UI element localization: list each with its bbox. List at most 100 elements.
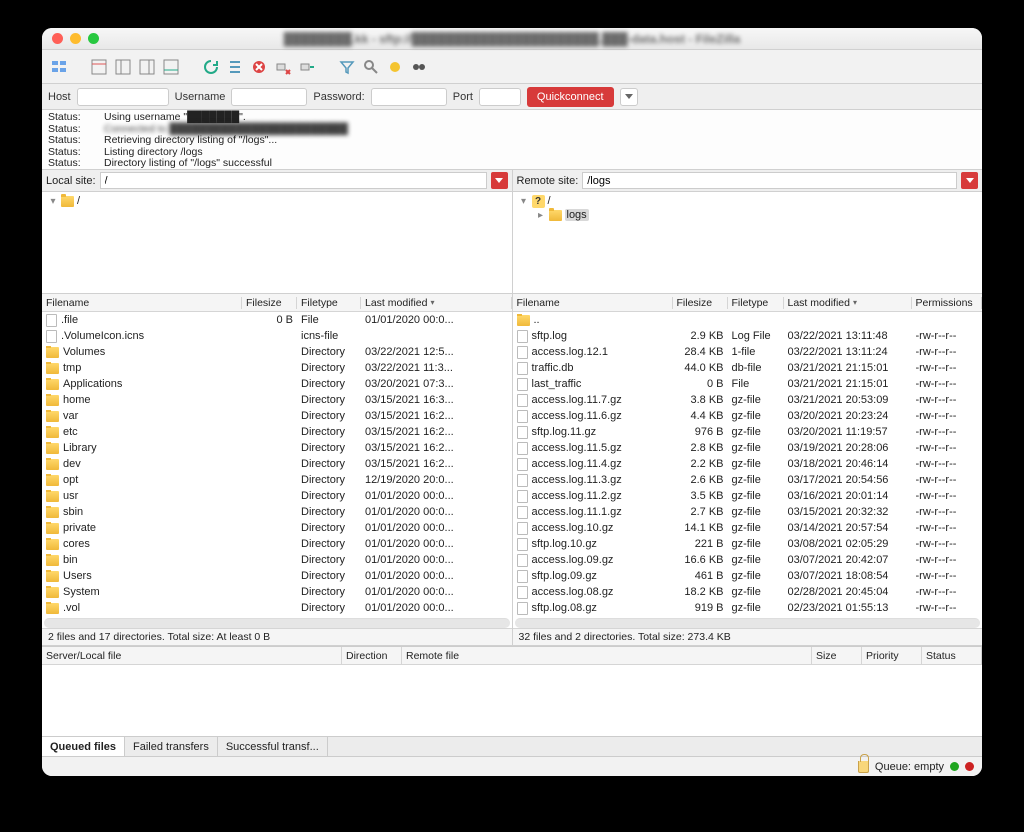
chevron-icon[interactable]: ▸ <box>536 210 546 221</box>
list-item[interactable]: VolumesDirectory03/22/2021 12:5... <box>42 344 512 360</box>
list-item[interactable]: homeDirectory03/15/2021 16:3... <box>42 392 512 408</box>
remote-hscroll[interactable] <box>515 618 981 628</box>
message-log[interactable]: Status:Using username "███████".Status:C… <box>42 110 982 170</box>
col-last-modified[interactable]: Last modified▾ <box>361 297 512 309</box>
toggle-queue-icon[interactable] <box>160 56 182 78</box>
list-item[interactable]: privateDirectory01/01/2020 00:0... <box>42 520 512 536</box>
remote-list-body[interactable]: ..sftp.log2.9 KBLog File03/22/2021 13:11… <box>513 312 983 618</box>
list-item[interactable]: access.log.11.2.gz3.5 KBgz-file03/16/202… <box>513 488 983 504</box>
list-item[interactable]: sbinDirectory01/01/2020 00:0... <box>42 504 512 520</box>
list-item[interactable]: .volDirectory01/01/2020 00:0... <box>42 600 512 616</box>
tree-node[interactable]: ▾?/ <box>519 194 977 208</box>
site-manager-icon[interactable] <box>48 56 70 78</box>
toggle-tree-icon[interactable] <box>112 56 134 78</box>
col-filetype[interactable]: Filetype <box>728 297 784 309</box>
list-item[interactable]: etcDirectory03/15/2021 16:2... <box>42 424 512 440</box>
list-item[interactable]: access.log.09.gz16.6 KBgz-file03/07/2021… <box>513 552 983 568</box>
list-item[interactable]: access.log.11.3.gz2.6 KBgz-file03/17/202… <box>513 472 983 488</box>
toggle-log-icon[interactable] <box>88 56 110 78</box>
list-item[interactable]: coresDirectory01/01/2020 00:0... <box>42 536 512 552</box>
zoom-button[interactable] <box>88 33 99 44</box>
disconnect-icon[interactable] <box>272 56 294 78</box>
col-filename[interactable]: Filename <box>513 297 673 309</box>
local-hscroll[interactable] <box>44 618 510 628</box>
host-input[interactable] <box>77 88 169 106</box>
list-item[interactable]: sftp.log.08.gz919 Bgz-file02/23/2021 01:… <box>513 600 983 616</box>
refresh-icon[interactable] <box>200 56 222 78</box>
quickconnect-dropdown[interactable] <box>620 88 638 106</box>
password-input[interactable] <box>371 88 447 106</box>
list-item[interactable]: ApplicationsDirectory03/20/2021 07:3... <box>42 376 512 392</box>
remote-path-input[interactable] <box>582 172 957 189</box>
list-item[interactable]: devDirectory03/15/2021 16:2... <box>42 456 512 472</box>
list-item[interactable]: sftp.log2.9 KBLog File03/22/2021 13:11:4… <box>513 328 983 344</box>
list-item[interactable]: LibraryDirectory03/15/2021 16:2... <box>42 440 512 456</box>
local-list-header[interactable]: Filename Filesize Filetype Last modified… <box>42 294 512 312</box>
col-server-local[interactable]: Server/Local file <box>42 647 342 664</box>
list-item[interactable]: varDirectory03/15/2021 16:2... <box>42 408 512 424</box>
queue-body[interactable] <box>42 665 982 736</box>
col-size[interactable]: Size <box>812 647 862 664</box>
remote-path-dropdown[interactable] <box>961 172 978 189</box>
col-status[interactable]: Status <box>922 647 982 664</box>
remote-list-header[interactable]: Filename Filesize Filetype Last modified… <box>513 294 983 312</box>
list-item[interactable]: SystemDirectory01/01/2020 00:0... <box>42 584 512 600</box>
list-item[interactable]: access.log.11.7.gz3.8 KBgz-file03/21/202… <box>513 392 983 408</box>
list-item[interactable]: binDirectory01/01/2020 00:0... <box>42 552 512 568</box>
close-button[interactable] <box>52 33 63 44</box>
col-permissions[interactable]: Permissions <box>912 297 982 309</box>
list-item[interactable]: .VolumeIcon.icnsicns-file <box>42 328 512 344</box>
tab-successful-transfers[interactable]: Successful transf... <box>218 737 328 756</box>
reconnect-icon[interactable] <box>296 56 318 78</box>
col-filesize[interactable]: Filesize <box>673 297 728 309</box>
tree-node[interactable]: ▾/ <box>48 194 506 208</box>
list-item[interactable]: access.log.11.4.gz2.2 KBgz-file03/18/202… <box>513 456 983 472</box>
list-item[interactable]: sftp.log.09.gz461 Bgz-file03/07/2021 18:… <box>513 568 983 584</box>
list-item[interactable]: .file0 BFile01/01/2020 00:0... <box>42 312 512 328</box>
remote-tree[interactable]: ▾?/▸logs <box>513 192 983 294</box>
col-remote-file[interactable]: Remote file <box>402 647 812 664</box>
filter-icon[interactable] <box>336 56 358 78</box>
local-tree[interactable]: ▾/ <box>42 192 512 294</box>
list-item[interactable]: .. <box>513 312 983 328</box>
minimize-button[interactable] <box>70 33 81 44</box>
col-direction[interactable]: Direction <box>342 647 402 664</box>
cancel-icon[interactable] <box>248 56 270 78</box>
username-input[interactable] <box>231 88 307 106</box>
sync-browse-icon[interactable] <box>408 56 430 78</box>
list-item[interactable]: traffic.db44.0 KBdb-file03/21/2021 21:15… <box>513 360 983 376</box>
toggle-remote-tree-icon[interactable] <box>136 56 158 78</box>
col-filetype[interactable]: Filetype <box>297 297 361 309</box>
col-last-modified[interactable]: Last modified▾ <box>784 297 912 309</box>
tab-failed-transfers[interactable]: Failed transfers <box>125 737 218 756</box>
search-icon[interactable] <box>360 56 382 78</box>
tree-node[interactable]: ▸logs <box>519 208 977 222</box>
queue-header[interactable]: Server/Local file Direction Remote file … <box>42 647 982 665</box>
list-item[interactable]: access.log.10.gz14.1 KBgz-file03/14/2021… <box>513 520 983 536</box>
col-filesize[interactable]: Filesize <box>242 297 297 309</box>
list-item[interactable]: UsersDirectory01/01/2020 00:0... <box>42 568 512 584</box>
quickconnect-button[interactable]: Quickconnect <box>527 87 614 107</box>
compare-icon[interactable] <box>384 56 406 78</box>
chevron-icon[interactable]: ▾ <box>48 196 58 207</box>
list-item[interactable]: access.log.12.128.4 KB1-file03/22/2021 1… <box>513 344 983 360</box>
list-item[interactable]: access.log.11.5.gz2.8 KBgz-file03/19/202… <box>513 440 983 456</box>
list-item[interactable]: optDirectory12/19/2020 20:0... <box>42 472 512 488</box>
col-filename[interactable]: Filename <box>42 297 242 309</box>
list-item[interactable]: sftp.log.11.gz976 Bgz-file03/20/2021 11:… <box>513 424 983 440</box>
tab-queued-files[interactable]: Queued files <box>42 737 125 756</box>
local-path-dropdown[interactable] <box>491 172 508 189</box>
local-list-body[interactable]: .file0 BFile01/01/2020 00:0....VolumeIco… <box>42 312 512 618</box>
col-priority[interactable]: Priority <box>862 647 922 664</box>
port-input[interactable] <box>479 88 521 106</box>
list-item[interactable]: access.log.08.gz18.2 KBgz-file02/28/2021… <box>513 584 983 600</box>
list-item[interactable]: access.log.11.1.gz2.7 KBgz-file03/15/202… <box>513 504 983 520</box>
chevron-icon[interactable]: ▾ <box>519 196 529 207</box>
list-item[interactable]: access.log.11.6.gz4.4 KBgz-file03/20/202… <box>513 408 983 424</box>
list-item[interactable]: sftp.log.10.gz221 Bgz-file03/08/2021 02:… <box>513 536 983 552</box>
list-item[interactable]: tmpDirectory03/22/2021 11:3... <box>42 360 512 376</box>
process-queue-icon[interactable] <box>224 56 246 78</box>
local-path-input[interactable] <box>100 172 487 189</box>
list-item[interactable]: usrDirectory01/01/2020 00:0... <box>42 488 512 504</box>
lock-icon[interactable] <box>858 761 869 773</box>
